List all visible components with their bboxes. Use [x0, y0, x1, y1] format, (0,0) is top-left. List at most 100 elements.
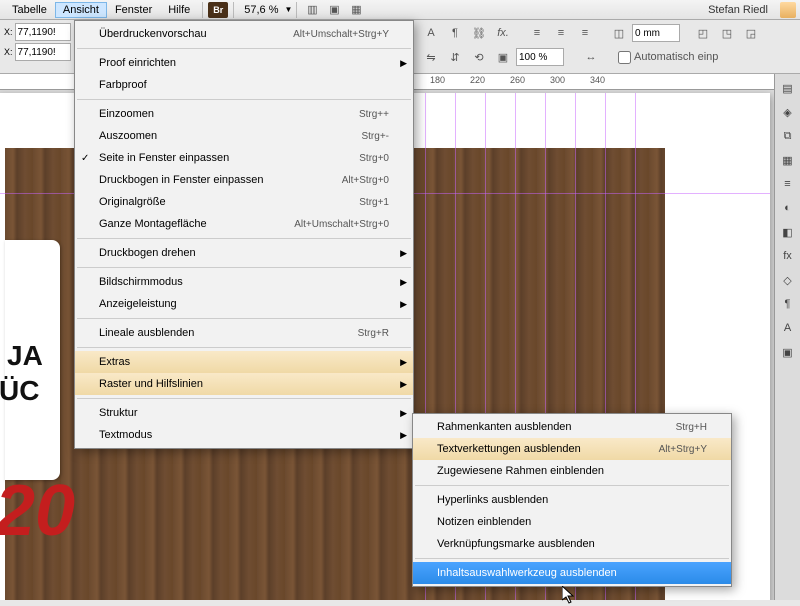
- x-field[interactable]: [15, 23, 71, 41]
- pages-panel-icon[interactable]: ▤: [778, 78, 798, 98]
- chain-icon[interactable]: ⛓: [469, 25, 489, 41]
- paragraph-panel-icon[interactable]: ¶: [445, 25, 465, 41]
- submenu-notizen[interactable]: Notizen einblenden: [413, 511, 731, 533]
- menu-raster-hilfslinien[interactable]: Raster und Hilfslinien▶: [75, 373, 413, 395]
- menu-extras[interactable]: Extras▶: [75, 351, 413, 373]
- screen-mode-icon[interactable]: ▣: [324, 2, 344, 18]
- fill-frame-icon[interactable]: ▣: [493, 49, 513, 65]
- y-field[interactable]: [15, 43, 71, 61]
- submenu-verknuepfungsmarke[interactable]: Verknüpfungsmarke ausblenden: [413, 533, 731, 555]
- submenu-arrow-icon: ▶: [400, 248, 407, 259]
- menu-montageflaeche[interactable]: Ganze MontageflächeAlt+Umschalt+Strg+0: [75, 213, 413, 235]
- scale-field[interactable]: [516, 48, 564, 66]
- extras-submenu: Rahmenkanten ausblendenStrg+H Textverket…: [412, 413, 732, 587]
- torn-paper[interactable]: JA ÜC: [5, 240, 60, 480]
- crop-icon[interactable]: ◫: [609, 25, 629, 41]
- bridge-icon[interactable]: Br: [208, 2, 228, 18]
- paragraph-styles-icon[interactable]: ¶: [778, 294, 798, 314]
- menu-seite-fenster[interactable]: ✓Seite in Fenster einpassenStrg+0: [75, 147, 413, 169]
- menu-farbproof[interactable]: Farbproof: [75, 74, 413, 96]
- menu-lineale[interactable]: Lineale ausblendenStrg+R: [75, 322, 413, 344]
- menu-einzoomen[interactable]: EinzoomenStrg++: [75, 103, 413, 125]
- stroke-field[interactable]: [632, 24, 680, 42]
- menu-druckbogen-fenster[interactable]: Druckbogen in Fenster einpassenAlt+Strg+…: [75, 169, 413, 191]
- separator: [77, 48, 411, 49]
- year-text: 20: [0, 470, 75, 552]
- menu-auszoomen[interactable]: AuszoomenStrg+-: [75, 125, 413, 147]
- submenu-arrow-icon: ▶: [400, 58, 407, 69]
- y-label: X:: [4, 47, 13, 57]
- links-panel-icon[interactable]: ⧉: [778, 126, 798, 146]
- submenu-zugewiesene-rahmen[interactable]: Zugewiesene Rahmen einblenden: [413, 460, 731, 482]
- x-label: X:: [4, 27, 13, 37]
- separator: [415, 485, 729, 486]
- submenu-arrow-icon: ▶: [400, 357, 407, 368]
- auto-fit-checkbox[interactable]: Automatisch einp: [618, 51, 718, 64]
- character-styles-icon[interactable]: A: [778, 318, 798, 338]
- separator: [296, 2, 297, 18]
- menu-ansicht[interactable]: Ansicht: [55, 2, 107, 18]
- menu-hilfe[interactable]: Hilfe: [160, 2, 198, 18]
- check-icon: ✓: [81, 153, 89, 164]
- menu-proof-einrichten[interactable]: Proof einrichten▶: [75, 52, 413, 74]
- ruler-tick: 220: [470, 75, 485, 85]
- submenu-textverkettungen[interactable]: Textverkettungen ausblendenAlt+Strg+Y: [413, 438, 731, 460]
- arrange-icon[interactable]: ▦: [346, 2, 366, 18]
- submenu-arrow-icon: ▶: [400, 430, 407, 441]
- ruler-tick: 340: [590, 75, 605, 85]
- separator: [77, 347, 411, 348]
- view-options-icon[interactable]: ▥: [302, 2, 322, 18]
- menu-tabelle[interactable]: Tabelle: [4, 2, 55, 18]
- tear-text: ÜC: [0, 375, 39, 407]
- menu-druckbogen-drehen[interactable]: Druckbogen drehen▶: [75, 242, 413, 264]
- ruler-tick: 180: [430, 75, 445, 85]
- separator: [233, 2, 234, 18]
- menu-textmodus[interactable]: Textmodus▶: [75, 424, 413, 446]
- swatches-panel-icon[interactable]: ▦: [778, 150, 798, 170]
- align-center-icon[interactable]: ≡: [551, 25, 571, 41]
- separator: [77, 267, 411, 268]
- corner-icon-2[interactable]: ◳: [717, 25, 737, 41]
- menu-struktur[interactable]: Struktur▶: [75, 402, 413, 424]
- resize-icon[interactable]: ↔: [581, 49, 601, 65]
- separator: [202, 2, 203, 18]
- ansicht-menu: ÜberdruckenvorschauAlt+Umschalt+Strg+Y P…: [74, 20, 414, 449]
- user-name: Stefan Riedl: [708, 4, 776, 16]
- menu-fenster[interactable]: Fenster: [107, 2, 160, 18]
- align-left-icon[interactable]: ≡: [527, 25, 547, 41]
- dropdown-arrow-icon[interactable]: ▼: [285, 5, 293, 14]
- character-panel-icon[interactable]: A: [421, 25, 441, 41]
- submenu-rahmenkanten[interactable]: Rahmenkanten ausblendenStrg+H: [413, 416, 731, 438]
- submenu-arrow-icon: ▶: [400, 299, 407, 310]
- stroke-panel-icon[interactable]: ≡: [778, 174, 798, 194]
- user-avatar[interactable]: [780, 2, 796, 18]
- auto-fit-check[interactable]: [618, 51, 631, 64]
- separator: [77, 238, 411, 239]
- corner-icon-3[interactable]: ◲: [741, 25, 761, 41]
- panel-dock: ▤ ◈ ⧉ ▦ ≡ ◐ ◧ fx ◇ ¶ A ▣: [774, 74, 800, 600]
- menu-originalgroesse[interactable]: OriginalgrößeStrg+1: [75, 191, 413, 213]
- ruler-tick: 260: [510, 75, 525, 85]
- layers-panel-icon[interactable]: ◈: [778, 102, 798, 122]
- align-right-icon[interactable]: ≡: [575, 25, 595, 41]
- flip-v-icon[interactable]: ⇵: [445, 49, 465, 65]
- rotate-icon[interactable]: ⟲: [469, 49, 489, 65]
- gradient-panel-icon[interactable]: ◧: [778, 222, 798, 242]
- separator: [77, 99, 411, 100]
- text-wrap-icon[interactable]: ▣: [778, 342, 798, 362]
- object-styles-icon[interactable]: ◇: [778, 270, 798, 290]
- zoom-level[interactable]: 57,6 %: [244, 4, 278, 16]
- separator: [77, 318, 411, 319]
- menu-anzeigeleistung[interactable]: Anzeigeleistung▶: [75, 293, 413, 315]
- submenu-hyperlinks[interactable]: Hyperlinks ausblenden: [413, 489, 731, 511]
- separator: [77, 398, 411, 399]
- color-panel-icon[interactable]: ◐: [778, 198, 798, 218]
- corner-icon[interactable]: ◰: [693, 25, 713, 41]
- fx-icon[interactable]: fx.: [493, 25, 513, 41]
- menu-ueberdrucken[interactable]: ÜberdruckenvorschauAlt+Umschalt+Strg+Y: [75, 23, 413, 45]
- separator: [415, 558, 729, 559]
- effects-panel-icon[interactable]: fx: [778, 246, 798, 266]
- submenu-inhaltsauswahlwerkzeug[interactable]: Inhaltsauswahlwerkzeug ausblenden: [413, 562, 731, 584]
- menu-bildschirmmodus[interactable]: Bildschirmmodus▶: [75, 271, 413, 293]
- flip-h-icon[interactable]: ⇋: [421, 49, 441, 65]
